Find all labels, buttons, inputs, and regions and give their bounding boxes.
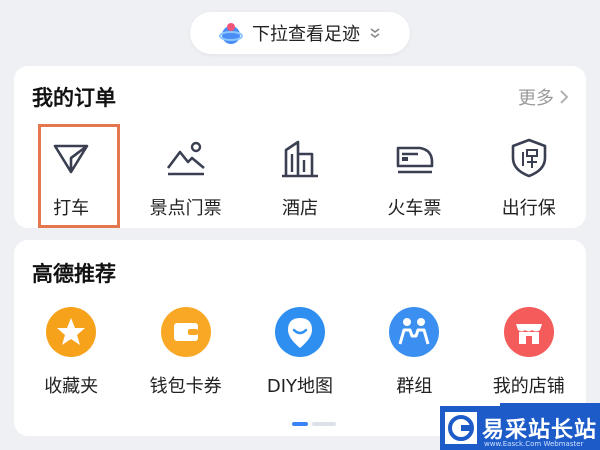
recommend-title: 高德推荐: [32, 262, 116, 286]
rec-item-diy-map[interactable]: DIY地图: [243, 306, 357, 398]
more-label: 更多: [518, 88, 554, 109]
order-item-label: 出行保: [501, 198, 556, 219]
my-orders-card: 我的订单 更多 打车 景点门票 酒店 火车票 出行保: [14, 66, 586, 228]
train-icon: [397, 146, 434, 174]
watermark-subtext: www.Easck.Com Webmaster: [484, 440, 584, 448]
more-orders-link[interactable]: 更多: [518, 84, 570, 110]
order-item-hotel[interactable]: 酒店: [243, 136, 357, 220]
mountain-icon: [166, 141, 205, 176]
group-icon: [389, 307, 440, 357]
order-item-label: 酒店: [281, 198, 318, 219]
order-item-label: 打车: [53, 198, 90, 219]
watermark-logo-icon: [445, 412, 477, 444]
order-item-train[interactable]: 火车票: [357, 136, 471, 220]
star-icon: [46, 307, 97, 357]
footprint-pull-hint[interactable]: 下拉查看足迹: [190, 12, 410, 54]
my-orders-title: 我的订单: [32, 86, 116, 110]
rec-item-favorites[interactable]: 收藏夹: [14, 306, 128, 398]
footprint-label: 下拉查看足迹: [252, 24, 360, 45]
store-icon: [503, 307, 554, 357]
rec-item-label: DIY地图: [266, 376, 334, 397]
rec-item-group[interactable]: 群组: [357, 306, 471, 398]
map-pin-icon: [274, 307, 325, 357]
building-icon: [281, 140, 318, 178]
order-item-label: 景点门票: [149, 198, 222, 219]
watermark-badge: 易采站长站 www.Easck.Com Webmaster: [440, 406, 600, 450]
footprint-avatar-icon: [219, 23, 243, 44]
recommend-grid: 收藏夹 钱包卡券 DIY地图 群组 我的店铺: [14, 306, 586, 398]
orders-grid: 打车 景点门票 酒店 火车票 出行保: [14, 124, 586, 228]
taxi-arrow-icon: [53, 144, 89, 174]
rec-item-label: 钱包卡券: [149, 376, 222, 397]
rec-item-label: 群组: [396, 376, 433, 397]
double-chevron-down-icon: [370, 28, 380, 38]
rec-item-wallet[interactable]: 钱包卡券: [128, 306, 242, 398]
page-dot: [312, 422, 336, 426]
rec-item-store[interactable]: 我的店铺: [472, 306, 586, 398]
wallet-icon: [160, 307, 211, 357]
order-item-insurance[interactable]: 出行保: [472, 136, 586, 220]
rec-item-label: 收藏夹: [44, 376, 99, 397]
order-item-taxi[interactable]: 打车: [14, 124, 128, 228]
page-dot-active: [292, 422, 308, 426]
rec-item-label: 我的店铺: [492, 376, 565, 397]
page-indicator: [292, 422, 336, 426]
order-item-label: 火车票: [387, 198, 442, 219]
order-item-tickets[interactable]: 景点门票: [128, 136, 242, 220]
shield-insurance-icon: [511, 138, 547, 178]
chevron-right-icon: [560, 90, 569, 104]
